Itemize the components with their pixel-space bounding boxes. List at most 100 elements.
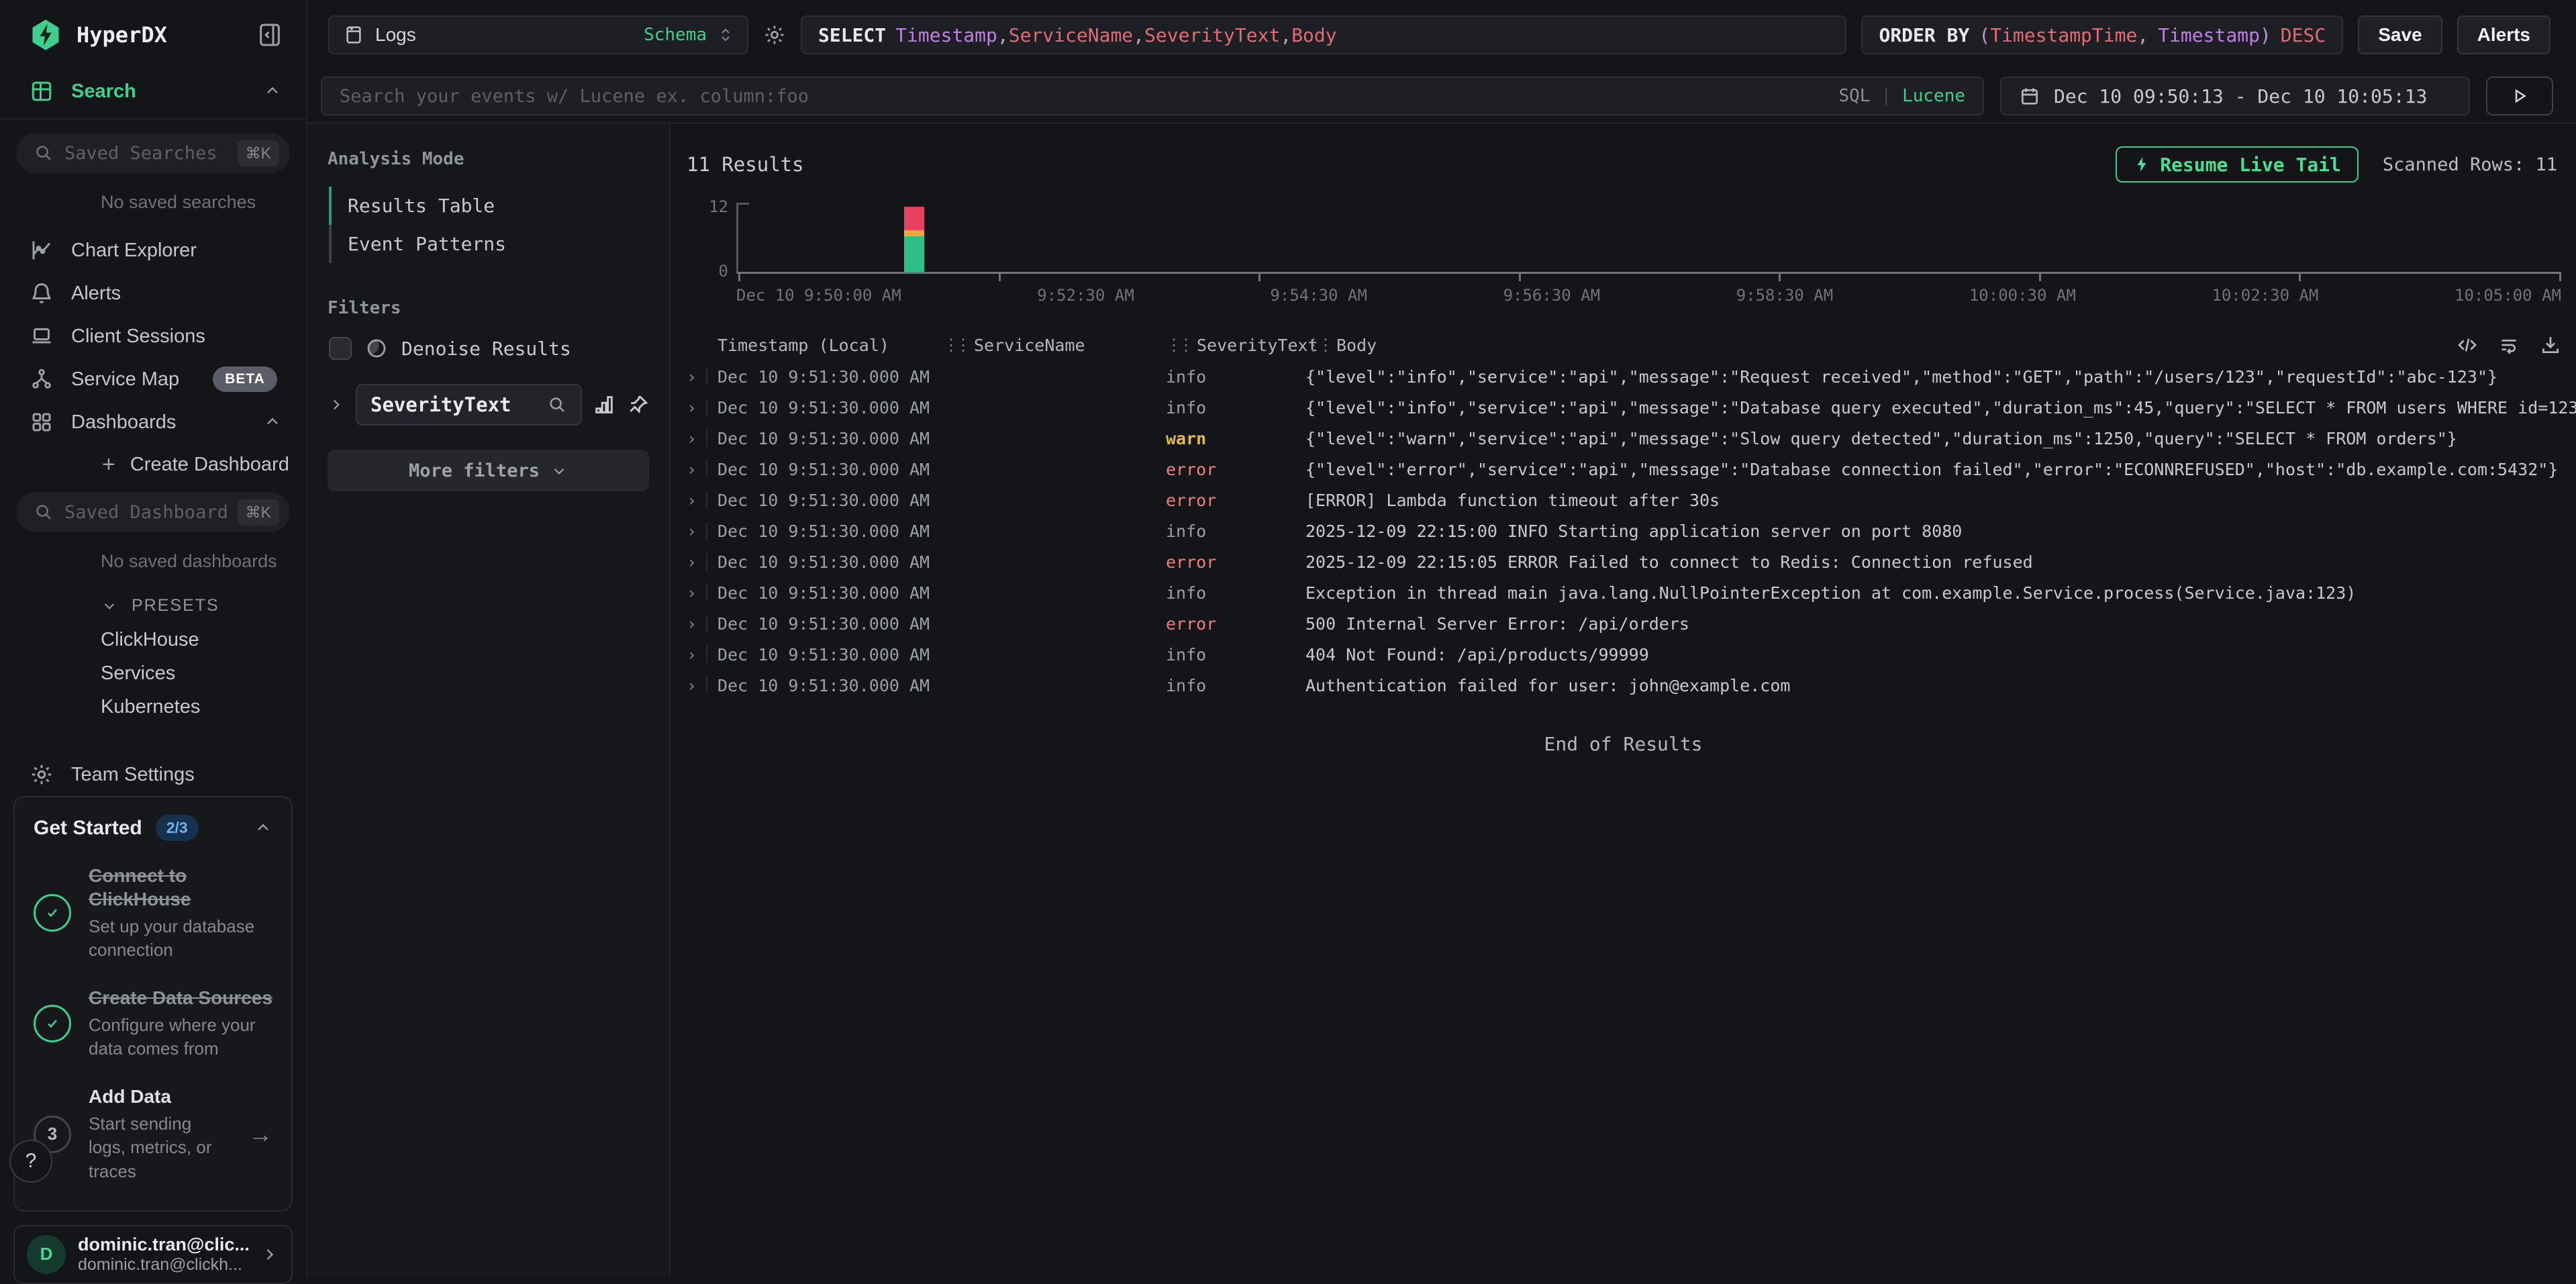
collapse-sidebar-icon[interactable] — [256, 20, 283, 50]
column-header-timestamp[interactable]: Timestamp (Local) — [717, 336, 943, 355]
laptop-icon — [30, 324, 54, 348]
step-title: Create Data Sources — [89, 986, 273, 1009]
table-row[interactable]: ›Dec 10 9:51:30.000 AMerror2025-12-09 22… — [671, 546, 2576, 577]
chevron-up-icon[interactable] — [263, 413, 282, 432]
denoise-icon — [365, 337, 388, 360]
row-expander[interactable]: › — [671, 583, 717, 603]
lucene-toggle-option[interactable]: Lucene — [1902, 86, 1965, 106]
sidebar-item-dashboards[interactable]: Dashboards — [0, 401, 306, 444]
get-started-step-connect[interactable]: Connect to ClickHouse Set up your databa… — [34, 864, 273, 962]
column-label: ServiceName — [974, 336, 1085, 355]
run-query-button[interactable] — [2486, 77, 2553, 115]
row-expander[interactable]: › — [671, 429, 717, 448]
column-header-severitytext[interactable]: ⋮⋮ SeverityText — [1166, 336, 1305, 355]
order-by-input[interactable]: ORDER BY(TimestampTime,Timestamp)DESC — [1861, 15, 2343, 54]
help-button[interactable]: ? — [9, 1140, 52, 1183]
sidebar-item-team-settings[interactable]: Team Settings — [0, 753, 306, 796]
sidebar-item-service-map[interactable]: Service Map BETA — [0, 358, 306, 401]
preset-clickhouse[interactable]: ClickHouse — [0, 623, 306, 656]
user-menu[interactable]: D dominic.tran@clic... dominic.tran@clic… — [13, 1225, 293, 1284]
main-column: Logs Schema SELECTTimestamp,ServiceName,… — [307, 0, 2576, 1277]
mode-event-patterns[interactable]: Event Patterns — [328, 225, 649, 263]
divider — [0, 118, 306, 119]
save-button[interactable]: Save — [2358, 15, 2442, 54]
code-view-icon[interactable] — [2457, 334, 2478, 356]
saved-dashboards-input[interactable] — [64, 502, 227, 523]
severity-field-label: SeverityText — [370, 393, 511, 416]
table-row[interactable]: ›Dec 10 9:51:30.000 AMinfo{"level":"info… — [671, 392, 2576, 423]
chevron-right-icon: › — [687, 614, 697, 634]
preset-kubernetes[interactable]: Kubernetes — [0, 690, 306, 724]
resume-live-tail-button[interactable]: Resume Live Tail — [2116, 146, 2359, 183]
download-icon[interactable] — [2540, 334, 2561, 356]
row-expander[interactable]: › — [671, 491, 717, 510]
more-filters-button[interactable]: More filters — [328, 450, 649, 491]
chevron-right-icon[interactable] — [328, 396, 345, 413]
row-expander[interactable]: › — [671, 522, 717, 541]
table-row[interactable]: ›Dec 10 9:51:30.000 AMerror{"level":"err… — [671, 454, 2576, 485]
table-header: Timestamp (Local) ⋮⋮ ServiceName ⋮⋮ Seve… — [671, 329, 2576, 361]
table-row[interactable]: ›Dec 10 9:51:30.000 AMerror500 Internal … — [671, 608, 2576, 639]
drag-handle-icon[interactable]: ⋮⋮ — [1166, 336, 1190, 354]
results-histogram: 12 0 Dec 10 9:50:00 AM9:52:30 AM9:54:30 … — [671, 195, 2576, 305]
drag-handle-icon[interactable]: ⋮⋮ — [943, 336, 967, 354]
cell-timestamp: Dec 10 9:51:30.000 AM — [717, 367, 943, 387]
sidebar-item-chart-explorer[interactable]: Chart Explorer — [0, 229, 306, 272]
get-started-step-add-data[interactable]: 3 Add Data Start sending logs, metrics, … — [34, 1085, 273, 1183]
table-row[interactable]: ›Dec 10 9:51:30.000 AMinfo{"level":"info… — [671, 361, 2576, 392]
alerts-button[interactable]: Alerts — [2457, 15, 2550, 54]
table-row[interactable]: ›Dec 10 9:51:30.000 AMinfoException in t… — [671, 577, 2576, 608]
table-row[interactable]: ›Dec 10 9:51:30.000 AMerror[ERROR] Lambd… — [671, 485, 2576, 515]
check-circle-icon — [34, 1005, 71, 1042]
divider — [706, 430, 707, 447]
table-row[interactable]: ›Dec 10 9:51:30.000 AMinfoAuthentication… — [671, 670, 2576, 701]
user-email: dominic.tran@clickh... — [78, 1255, 248, 1275]
date-range-picker[interactable]: Dec 10 09:50:13 - Dec 10 10:05:13 — [2000, 77, 2470, 115]
cell-body: 2025-12-09 22:15:05 ERROR Failed to conn… — [1305, 552, 2576, 572]
event-search-input[interactable] — [340, 86, 1825, 107]
presets-toggle[interactable]: PRESETS — [0, 588, 306, 623]
calendar-icon — [2019, 85, 2040, 107]
divider — [706, 368, 707, 385]
row-expander[interactable]: › — [671, 460, 717, 479]
row-expander[interactable]: › — [671, 552, 717, 572]
preset-services[interactable]: Services — [0, 656, 306, 690]
table-row[interactable]: ›Dec 10 9:51:30.000 AMinfo2025-12-09 22:… — [671, 515, 2576, 546]
x-axis-ticks — [738, 274, 2561, 281]
drag-handle-icon[interactable]: ⋮⋮ — [1305, 336, 1330, 354]
row-expander[interactable]: › — [671, 645, 717, 664]
chevron-up-icon[interactable] — [254, 819, 273, 838]
create-dashboard-button[interactable]: + Create Dashboard — [0, 444, 306, 485]
denoise-checkbox[interactable] — [329, 337, 352, 360]
source-settings-gear-icon[interactable] — [763, 23, 786, 46]
cell-severity: error — [1166, 614, 1305, 634]
sidebar-item-search[interactable]: Search — [0, 70, 306, 113]
severity-filter-field[interactable]: SeverityText — [356, 384, 582, 426]
end-of-results: End of Results — [671, 733, 2576, 755]
select-clause-input[interactable]: SELECTTimestamp,ServiceName,SeverityText… — [801, 15, 1846, 54]
orderby-direction: DESC — [2281, 24, 2326, 46]
column-header-body[interactable]: ⋮⋮ Body — [1305, 336, 1377, 355]
table-row[interactable]: ›Dec 10 9:51:30.000 AMwarn{"level":"warn… — [671, 423, 2576, 454]
x-axis-tick — [738, 274, 740, 281]
row-expander[interactable]: › — [671, 367, 717, 387]
pin-icon[interactable] — [626, 393, 649, 416]
saved-searches-input[interactable] — [64, 143, 227, 164]
x-axis-tick — [1258, 274, 1260, 281]
row-expander[interactable]: › — [671, 398, 717, 417]
column-header-servicename[interactable]: ⋮⋮ ServiceName — [943, 336, 1166, 355]
row-expander[interactable]: › — [671, 614, 717, 634]
sidebar-item-alerts[interactable]: Alerts — [0, 272, 306, 315]
sql-toggle-option[interactable]: SQL — [1838, 86, 1870, 106]
table-row[interactable]: ›Dec 10 9:51:30.000 AMinfo404 Not Found:… — [671, 639, 2576, 670]
column-label: Body — [1336, 336, 1377, 355]
mode-results-table[interactable]: Results Table — [328, 187, 649, 225]
chevron-up-icon[interactable] — [263, 82, 282, 101]
sidebar-item-client-sessions[interactable]: Client Sessions — [0, 315, 306, 358]
bar-chart-icon[interactable] — [593, 393, 615, 416]
row-expander[interactable]: › — [671, 676, 717, 695]
source-select[interactable]: Logs Schema — [328, 15, 748, 54]
get-started-step-sources[interactable]: Create Data Sources Configure where your… — [34, 986, 273, 1060]
wrap-text-icon[interactable] — [2498, 334, 2520, 356]
chevron-down-icon — [101, 597, 118, 614]
